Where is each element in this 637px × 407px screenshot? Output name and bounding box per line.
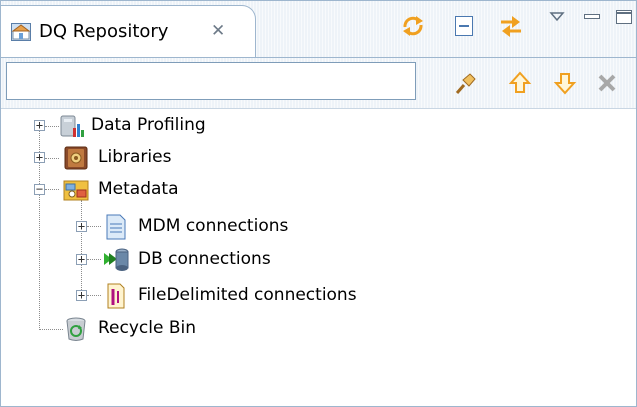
maximize-icon[interactable] (613, 7, 635, 27)
view-title-bar: DQ Repository ✕ (1, 1, 636, 57)
expand-toggle[interactable]: + (34, 119, 45, 131)
mdm-connections-icon (106, 214, 126, 240)
tree-item-recycle-bin[interactable]: Recycle Bin (1, 316, 301, 344)
recycle-bin-icon (66, 317, 86, 341)
collapse-toggle[interactable]: − (34, 183, 45, 195)
move-down-icon[interactable] (552, 70, 578, 96)
tree-item-label: Libraries (98, 147, 172, 167)
expand-toggle[interactable]: + (34, 151, 45, 163)
tree-item-db-connections[interactable]: + DB connections (1, 247, 331, 275)
move-up-icon[interactable] (507, 70, 533, 96)
metadata-icon (63, 180, 89, 201)
tree-item-label: Recycle Bin (98, 318, 197, 338)
data-profiling-icon (60, 115, 84, 137)
delete-icon[interactable] (594, 70, 620, 96)
repository-tree: + Data Profiling + Libraries − Metadata … (1, 109, 636, 399)
view-tab[interactable]: DQ Repository ✕ (1, 5, 256, 57)
tree-item-label: Metadata (98, 179, 179, 199)
tree-item-libraries[interactable]: + Libraries (1, 145, 301, 173)
link-with-editor-icon[interactable] (498, 13, 524, 39)
tree-item-label: FileDelimited connections (138, 285, 357, 305)
tree-item-metadata[interactable]: − Metadata (1, 177, 301, 205)
expand-toggle[interactable]: + (76, 253, 87, 265)
view-menu-icon[interactable] (547, 7, 567, 27)
tree-item-file-delimited-connections[interactable]: + FileDelimited connections (1, 283, 421, 311)
tree-item-data-profiling[interactable]: + Data Profiling (1, 113, 301, 141)
tree-item-label: DB connections (138, 249, 271, 269)
minimize-icon[interactable] (581, 7, 603, 27)
collapse-all-icon[interactable] (451, 13, 477, 39)
sync-icon[interactable] (400, 13, 426, 39)
repository-icon (11, 23, 31, 41)
expand-toggle[interactable]: + (76, 220, 87, 232)
file-delimited-icon (107, 283, 125, 309)
close-icon[interactable]: ✕ (211, 21, 225, 41)
db-connections-icon (104, 248, 129, 271)
tree-item-mdm-connections[interactable]: + MDM connections (1, 214, 331, 242)
tree-item-label: Data Profiling (91, 115, 206, 135)
tree-item-label: MDM connections (138, 216, 289, 236)
filter-input[interactable] (6, 62, 416, 100)
dq-repository-view: DQ Repository ✕ + Data Profiling + Libra… (0, 0, 637, 407)
view-title: DQ Repository (39, 21, 169, 42)
expand-toggle[interactable]: + (76, 289, 87, 301)
libraries-icon (64, 146, 88, 170)
filter-toolbar (1, 57, 636, 109)
pin-icon[interactable] (453, 70, 479, 96)
